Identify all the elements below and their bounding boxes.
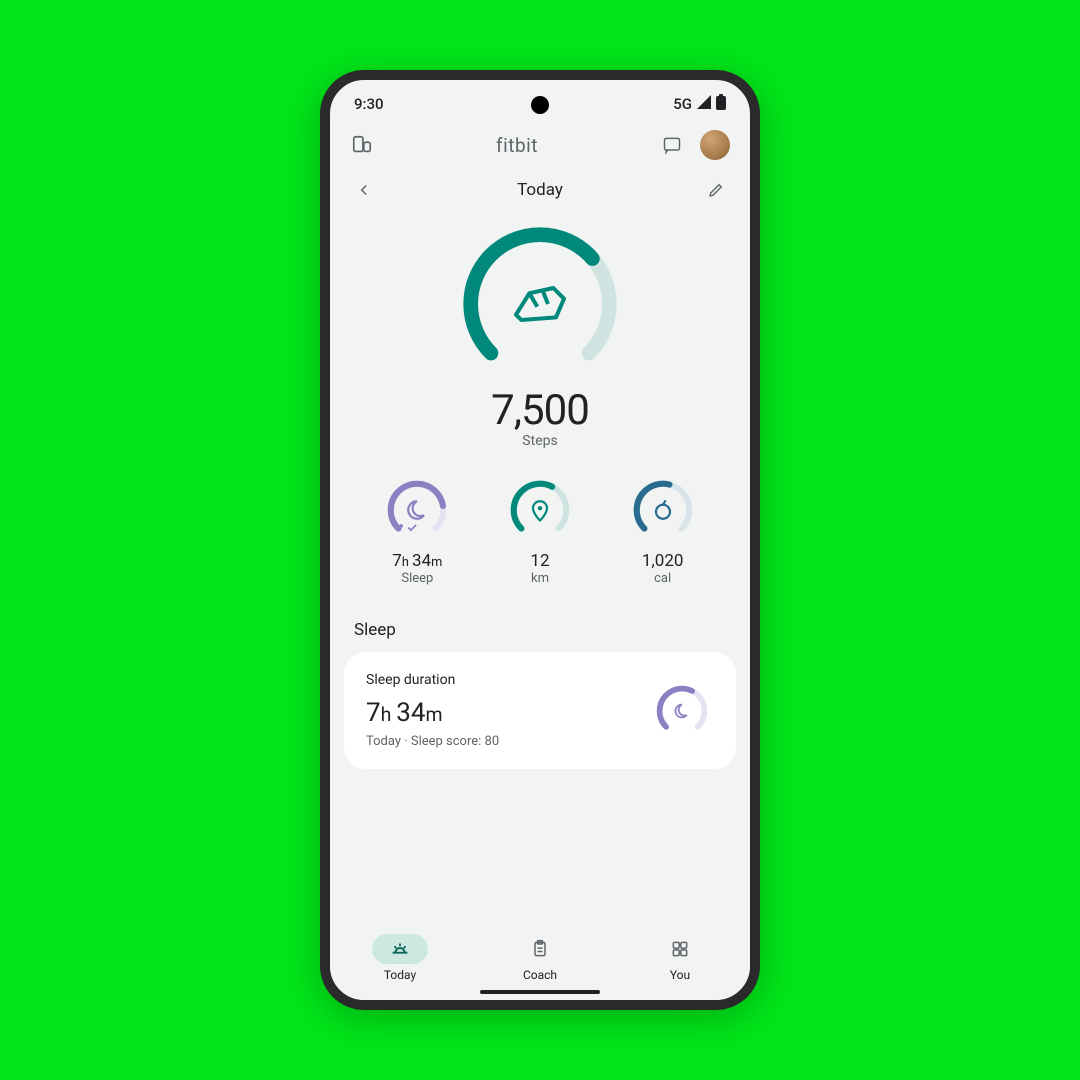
app-header: fitbit [330,120,750,170]
nav-label: Today [384,968,416,982]
moon-icon [675,704,686,717]
nav-coach[interactable]: Coach [512,934,568,982]
sleep-value: 7h 34m [392,551,442,571]
steps-value: 7,500 [491,386,589,435]
status-network: 5G [673,95,692,113]
distance-label: km [531,571,549,586]
nav-you[interactable]: You [652,934,708,982]
sleep-duration-card[interactable]: Sleep duration 7h 34m Today · Sleep scor… [344,652,736,769]
messages-icon[interactable] [660,133,684,157]
edit-icon[interactable] [704,178,728,202]
status-time: 9:30 [354,95,384,113]
card-title: Sleep duration [366,672,499,688]
nav-label: You [670,968,690,982]
flame-icon [656,505,670,519]
steps-ring[interactable]: 7,500 Steps [330,210,750,455]
steps-label: Steps [522,433,557,449]
battery-icon [716,94,726,114]
metric-calories[interactable]: 1,020 cal [628,475,698,586]
card-value: 7h 34m [366,698,499,728]
avatar[interactable] [700,130,730,160]
date-row: Today [330,170,750,210]
nav-today[interactable]: Today [372,934,428,982]
sleep-label: Sleep [401,571,433,586]
calories-value: 1,020 [642,551,684,571]
metric-sleep[interactable]: 7h 34m Sleep [382,475,452,586]
grid-icon [670,939,690,959]
pin-icon [533,501,547,520]
camera-cutout [531,96,549,114]
sunrise-icon [389,938,411,960]
shoe-icon [516,288,564,320]
phone-frame: 9:30 5G fitbit Today [320,70,760,1010]
date-label: Today [517,180,563,200]
card-subtext: Today · Sleep score: 80 [366,734,499,749]
devices-icon[interactable] [350,133,374,157]
signal-icon [696,95,712,113]
metrics-row: 7h 34m Sleep 12 km 1,020 cal [330,455,750,596]
section-sleep-title: Sleep [330,596,750,652]
calories-label: cal [654,571,671,586]
home-indicator[interactable] [480,990,600,994]
moon-icon [409,501,425,519]
brand-title: fitbit [496,134,538,157]
metric-distance[interactable]: 12 km [505,475,575,586]
bottom-nav: Today Coach You [330,924,750,1000]
clipboard-icon [530,939,550,959]
distance-value: 12 [530,551,549,571]
nav-label: Coach [523,968,557,982]
back-icon[interactable] [352,178,376,202]
